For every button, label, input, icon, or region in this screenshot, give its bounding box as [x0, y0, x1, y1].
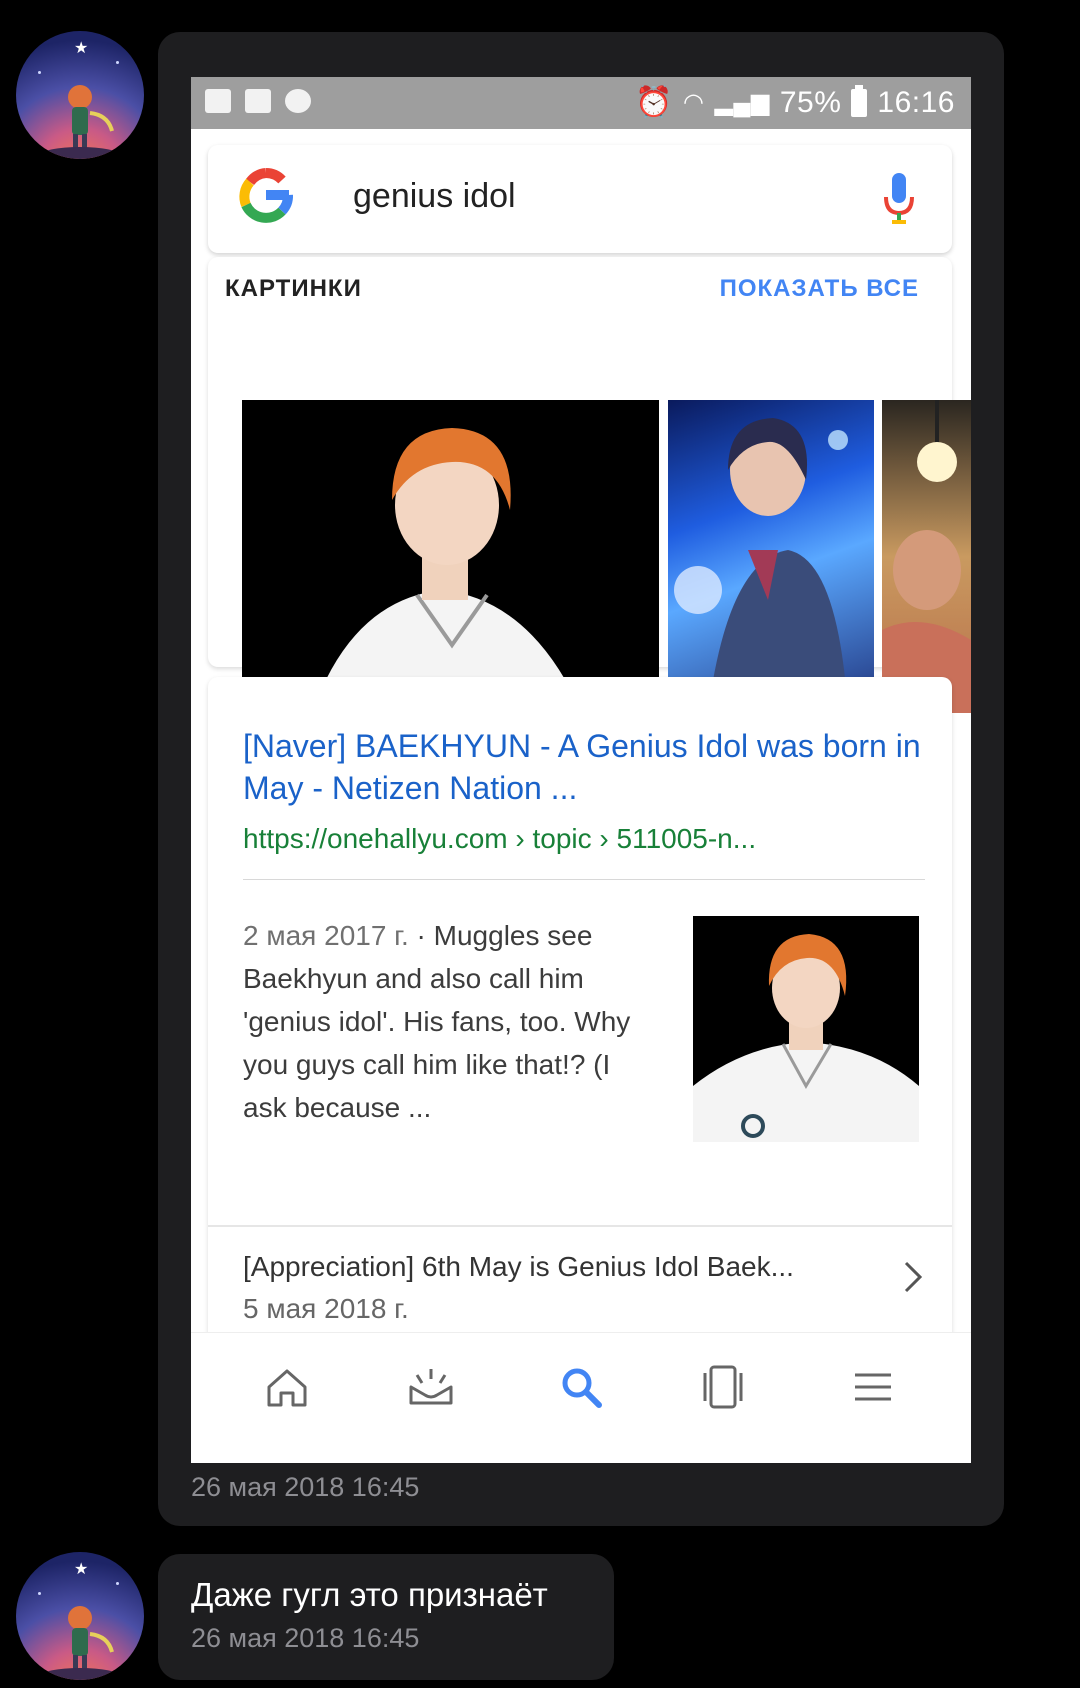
search-query[interactable]: genius idol [353, 177, 516, 216]
image-thumbnail[interactable] [242, 400, 659, 713]
signal-icon: ▂▄▆ [714, 89, 770, 116]
alarm-icon: ⏰ [635, 86, 673, 119]
wifi-icon: ◠ [683, 89, 705, 116]
message-text: Даже гугл это признаёт [191, 1576, 548, 1613]
message-bubble-text[interactable] [158, 1554, 614, 1680]
show-all-link[interactable]: ПОКАЗАТЬ ВСЕ [720, 275, 919, 303]
chevron-right-icon[interactable] [902, 1257, 926, 1297]
status-bar: ⏰ ◠ ▂▄▆ 75% 16:16 [191, 77, 971, 129]
bottom-navigation [191, 1332, 971, 1463]
result-date: 2 мая 2017 г. [243, 920, 409, 951]
microphone-icon[interactable] [882, 171, 916, 227]
home-icon[interactable] [263, 1363, 311, 1411]
divider [243, 879, 925, 880]
google-g-icon [239, 168, 293, 223]
result-snippet: 2 мая 2017 г. · Muggles see Baekhyun and… [243, 914, 653, 1129]
image-notification-icon [245, 89, 271, 113]
menu-icon[interactable] [849, 1363, 897, 1411]
tabs-icon[interactable] [699, 1363, 747, 1411]
result-url[interactable]: https://onehallyu.com › topic › 511005-n… [243, 823, 756, 855]
avatar[interactable]: ★ [16, 31, 144, 159]
result-thumbnail[interactable] [693, 916, 919, 1142]
clock: 16:16 [877, 85, 955, 119]
related-result-title[interactable]: [Appreciation] 6th May is Genius Idol Ba… [243, 1251, 843, 1283]
related-result-date: 5 мая 2018 г. [243, 1293, 409, 1324]
search-box[interactable]: genius idol [208, 145, 952, 253]
chat-notification-icon [285, 89, 311, 113]
little-prince-figure [40, 1606, 120, 1680]
battery-icon [851, 84, 868, 117]
battery-percent: 75% [779, 85, 842, 119]
image-thumbnail[interactable] [668, 400, 874, 713]
message-timestamp: 26 мая 2018 16:45 [191, 1623, 420, 1653]
message-notification-icon [205, 89, 231, 113]
updates-icon[interactable] [407, 1363, 455, 1411]
search-icon[interactable] [557, 1363, 605, 1411]
divider [208, 1225, 952, 1227]
google-results-page: genius idol КАРТИНКИ ПОКАЗАТЬ ВСЕ [Naver… [191, 129, 971, 1434]
avatar[interactable]: ★ [16, 1552, 144, 1680]
image-thumbnail[interactable] [882, 400, 971, 713]
little-prince-figure [40, 85, 120, 159]
images-heading: КАРТИНКИ [225, 275, 362, 302]
result-title-link[interactable]: [Naver] BAEKHYUN - A Genius Idol was bor… [243, 725, 943, 809]
message-timestamp: 26 мая 2018 16:45 [191, 1472, 420, 1502]
attached-screenshot[interactable]: ⏰ ◠ ▂▄▆ 75% 16:16 genius idol КАРТИНКИ П… [191, 77, 971, 1463]
